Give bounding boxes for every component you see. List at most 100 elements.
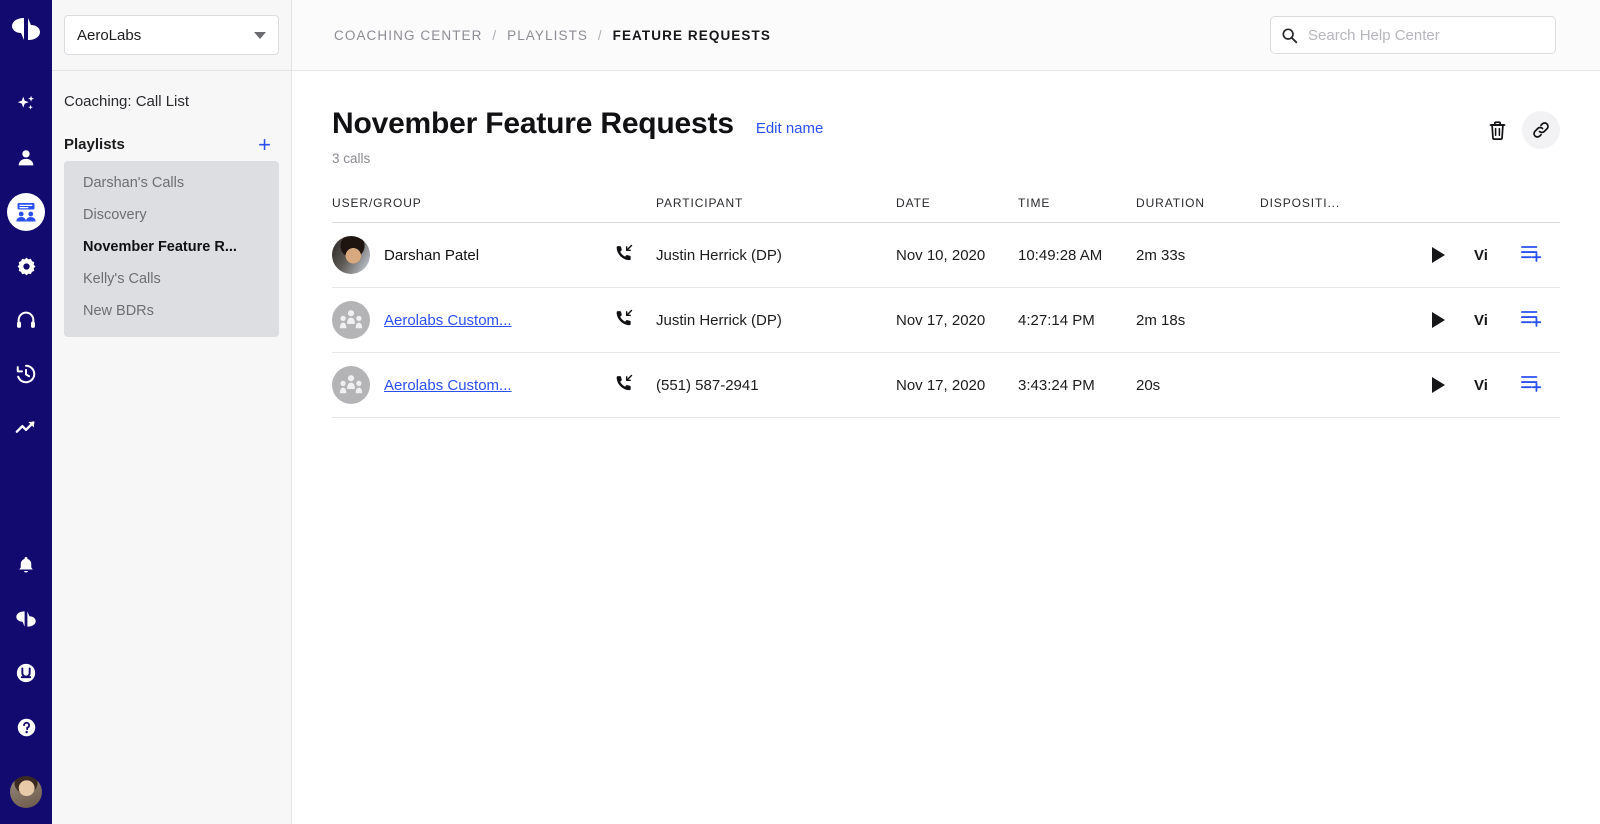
rail-item-history[interactable] — [7, 355, 45, 393]
icon-rail — [0, 0, 52, 824]
sidebar-item-playlist-selected[interactable]: November Feature R... — [64, 231, 279, 263]
rail-item-calls[interactable] — [7, 301, 45, 339]
cell-disposition — [1260, 352, 1420, 418]
table-header: USER/GROUP PARTICIPANT DATE TIME DURATIO… — [332, 196, 1560, 223]
table-body: Darshan Patel Justin Herrick (DP) Nov 10… — [332, 222, 1560, 418]
cell-add — [1520, 352, 1560, 418]
breadcrumb: COACHING CENTER / PLAYLISTS / FEATURE RE… — [334, 28, 771, 43]
playlists-label: Playlists — [64, 136, 125, 153]
cell-user-group: Aerolabs Custom... — [332, 352, 614, 418]
cell-time: 3:43:24 PM — [1018, 352, 1136, 418]
group-avatar-icon — [339, 310, 363, 329]
view-button[interactable]: Vi — [1474, 377, 1488, 394]
table-header-row: USER/GROUP PARTICIPANT DATE TIME DURATIO… — [332, 196, 1560, 223]
play-icon[interactable] — [1432, 247, 1445, 263]
cell-play — [1432, 352, 1474, 418]
cell-spacer — [1420, 287, 1432, 353]
add-to-playlist-icon[interactable] — [1520, 243, 1542, 263]
breadcrumb-separator: / — [492, 27, 498, 43]
cell-view: Vi — [1474, 287, 1520, 353]
incoming-call-icon — [616, 244, 633, 261]
question-mark-icon — [17, 718, 35, 736]
table-row[interactable]: Darshan Patel Justin Herrick (DP) Nov 10… — [332, 222, 1560, 288]
rail-item-insights[interactable] — [7, 85, 45, 123]
sidebar-item-playlist[interactable]: New BDRs — [64, 295, 279, 327]
user-name: Darshan Patel — [384, 246, 480, 264]
share-link-button[interactable] — [1522, 111, 1560, 149]
col-view — [1474, 196, 1520, 223]
cell-duration: 20s — [1136, 352, 1260, 418]
add-to-playlist-icon[interactable] — [1520, 308, 1542, 328]
cell-direction — [614, 222, 656, 288]
sidebar-item-playlist[interactable]: Discovery — [64, 199, 279, 231]
main-area: COACHING CENTER / PLAYLISTS / FEATURE RE… — [292, 0, 1600, 824]
smiley-u-icon — [16, 663, 36, 683]
cell-time: 10:49:28 AM — [1018, 222, 1136, 288]
cell-duration: 2m 18s — [1136, 287, 1260, 353]
page-title-block: November Feature Requests Edit name 3 ca… — [332, 107, 823, 166]
panel-section-title: Coaching: Call List — [64, 93, 190, 110]
trending-up-icon — [15, 421, 35, 433]
cell-disposition — [1260, 287, 1420, 353]
add-to-playlist-icon[interactable] — [1520, 373, 1542, 393]
col-direction — [614, 196, 656, 223]
cell-date: Nov 10, 2020 — [896, 222, 1018, 288]
cell-spacer — [1420, 222, 1432, 288]
bell-icon — [19, 557, 33, 573]
cell-play — [1432, 287, 1474, 353]
search-box[interactable] — [1270, 16, 1556, 54]
user-name-link[interactable]: Aerolabs Custom... — [384, 312, 512, 329]
rail-item-messages[interactable] — [7, 600, 45, 638]
rail-item-coaching[interactable] — [7, 193, 45, 231]
view-button[interactable]: Vi — [1474, 312, 1488, 329]
col-add — [1520, 196, 1560, 223]
avatar — [332, 301, 370, 339]
user-avatar[interactable] — [10, 776, 42, 808]
page-title-row: November Feature Requests Edit name 3 ca… — [332, 107, 1560, 166]
rail-item-settings[interactable] — [7, 247, 45, 285]
rail-item-help[interactable] — [7, 708, 45, 746]
col-date: DATE — [896, 196, 931, 210]
play-icon[interactable] — [1432, 377, 1445, 393]
rail-bottom-group — [0, 546, 52, 814]
person-icon — [18, 150, 34, 166]
breadcrumb-item-coaching-center[interactable]: COACHING CENTER — [334, 28, 483, 43]
play-icon[interactable] — [1432, 312, 1445, 328]
page-title: November Feature Requests — [332, 107, 734, 140]
cell-add — [1520, 222, 1560, 288]
chat-bubbles-logo[interactable] — [11, 16, 41, 47]
cell-view: Vi — [1474, 222, 1520, 288]
breadcrumb-item-playlists[interactable]: PLAYLISTS — [507, 28, 588, 43]
rail-item-feedback[interactable] — [7, 654, 45, 692]
table-row[interactable]: Aerolabs Custom... (551) 587-2941 Nov 17… — [332, 352, 1560, 418]
cell-participant: (551) 587-2941 — [656, 352, 896, 418]
add-playlist-button[interactable]: + — [258, 133, 271, 155]
sidebar-item-playlist[interactable]: Kelly's Calls — [64, 263, 279, 295]
cell-add — [1520, 287, 1560, 353]
edit-name-button[interactable]: Edit name — [756, 120, 824, 137]
cell-participant: Justin Herrick (DP) — [656, 287, 896, 353]
view-button[interactable]: Vi — [1474, 247, 1488, 264]
rail-item-analytics[interactable] — [7, 409, 45, 447]
workspace-selector-wrap: AeroLabs — [52, 0, 291, 71]
cell-duration: 2m 33s — [1136, 222, 1260, 288]
cell-disposition — [1260, 222, 1420, 288]
delete-playlist-button[interactable] — [1484, 117, 1510, 143]
page-actions — [1484, 111, 1560, 149]
rail-item-people[interactable] — [7, 139, 45, 177]
col-disposition: DISPOSITI... — [1260, 196, 1341, 210]
cell-user-group: Aerolabs Custom... — [332, 287, 614, 353]
group-avatar-icon — [339, 375, 363, 394]
table-row[interactable]: Aerolabs Custom... Justin Herrick (DP) N… — [332, 287, 1560, 353]
link-icon — [1533, 122, 1549, 138]
sidebar-item-playlist[interactable]: Darshan's Calls — [64, 167, 279, 199]
search-input[interactable] — [1308, 26, 1538, 44]
chat-bubbles-icon — [16, 611, 36, 627]
user-name-link[interactable]: Aerolabs Custom... — [384, 377, 512, 394]
chevron-down-icon — [254, 31, 266, 39]
headset-icon — [17, 311, 35, 328]
cell-time: 4:27:14 PM — [1018, 287, 1136, 353]
rail-item-notifications[interactable] — [7, 546, 45, 584]
workspace-selector[interactable]: AeroLabs — [64, 15, 279, 55]
avatar — [332, 236, 370, 274]
